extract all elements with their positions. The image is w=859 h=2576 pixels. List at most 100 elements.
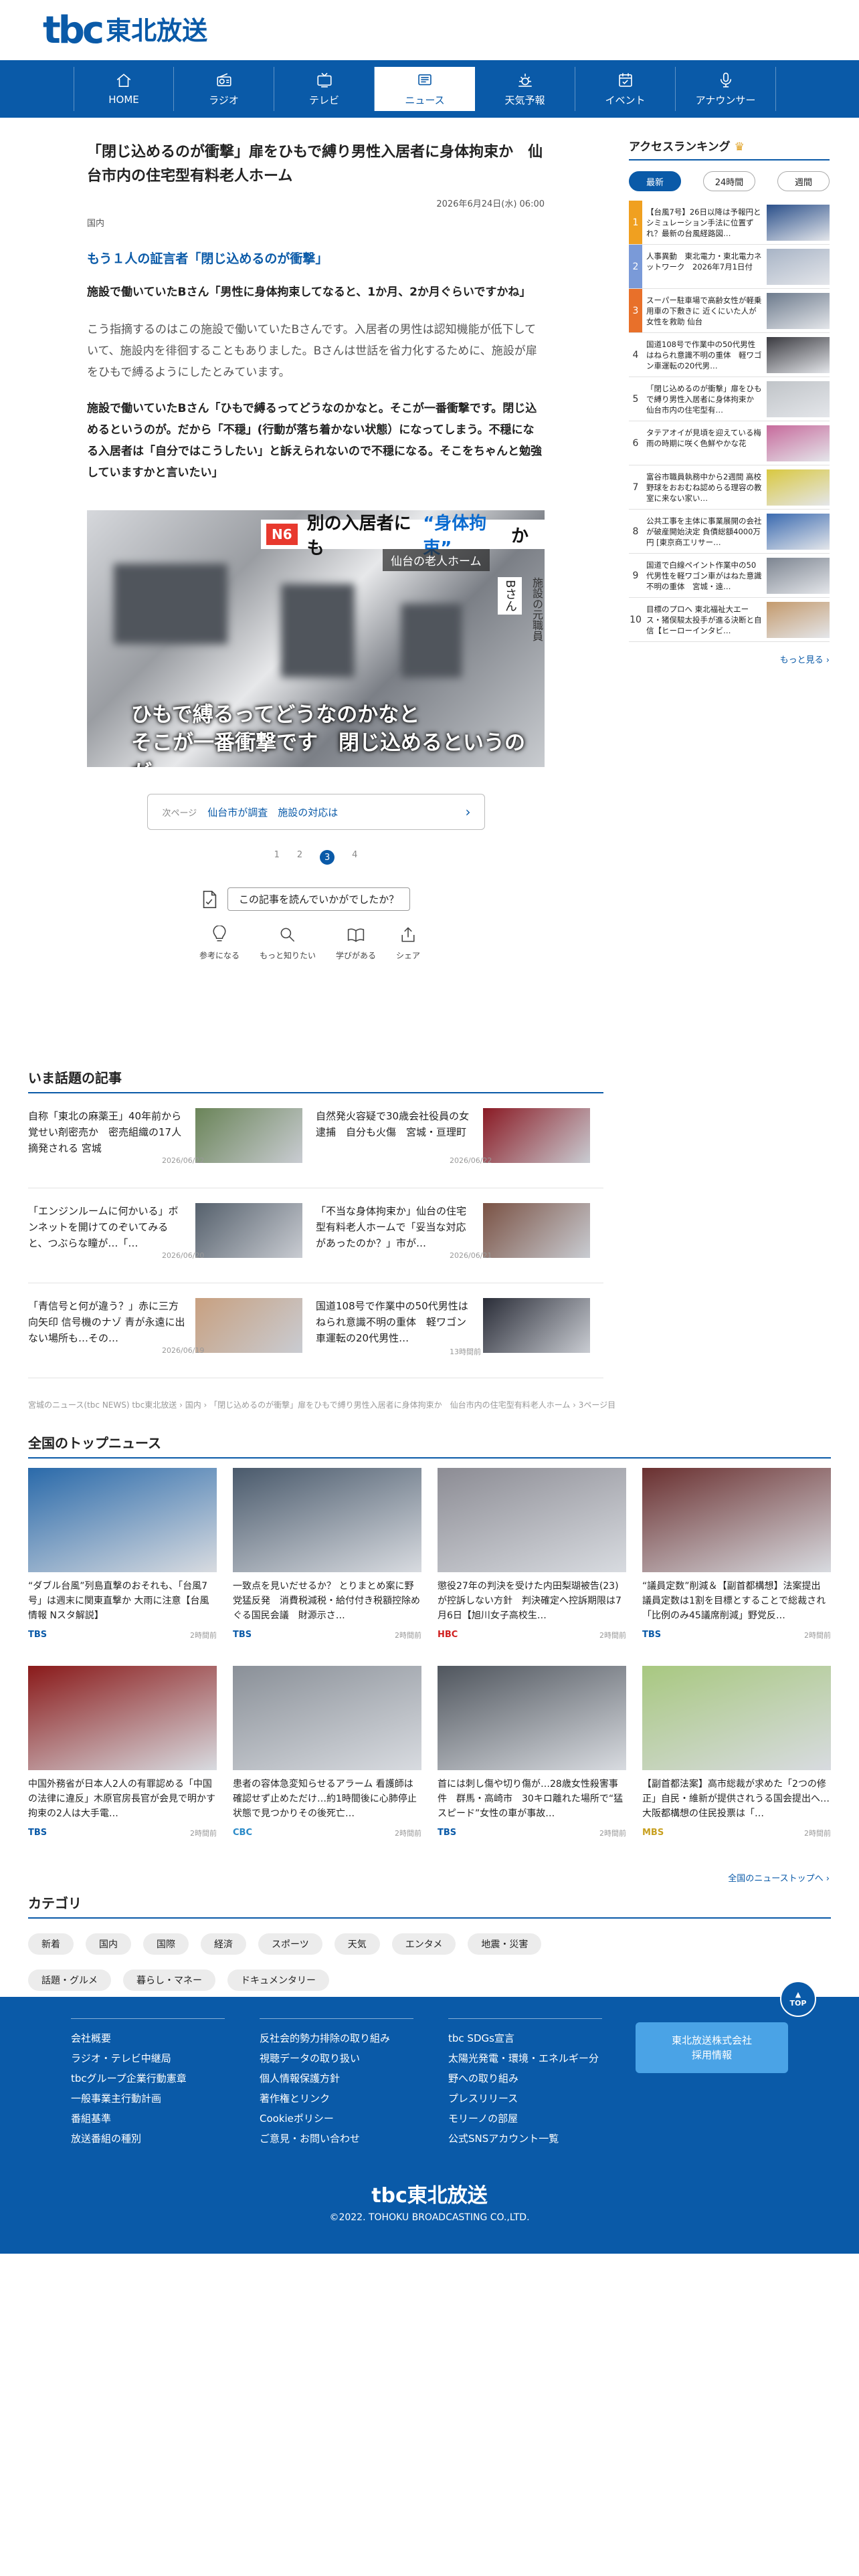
topic-item[interactable]: 「不当な身体拘束か」仙台の住宅型有料老人ホームで「妥当な対応があったのか？」市が… xyxy=(316,1188,603,1283)
category-chip[interactable]: エンタメ xyxy=(391,1933,456,1955)
national-news-card[interactable]: 患者の容体急変知らせるアラーム 看護師は確認せず止めただけ…約1時間後に心肺停止… xyxy=(233,1666,421,1864)
footer-link[interactable]: 放送番組の種別 xyxy=(71,2129,225,2149)
tbc-logo[interactable]: tbc 東北放送 xyxy=(43,12,207,49)
footer-link[interactable]: 個人情報保護方針 xyxy=(260,2068,413,2088)
nav-item-4[interactable]: ニュース xyxy=(375,67,475,111)
news-meta: TBS 2時間前 xyxy=(28,1828,217,1838)
ranking-item[interactable]: 8 公共工事を主体に事業展開の会社が破産開始決定 負債総額4000万円 [東京商工… xyxy=(629,510,830,554)
ranking-thumbnail xyxy=(767,381,830,417)
category-chip[interactable]: 国際 xyxy=(143,1933,189,1955)
topic-item[interactable]: 「青信号と何が違う？」赤に三方向矢印 信号機のナゾ 青が永遠に出ない場所も…その… xyxy=(28,1283,316,1378)
category-chip[interactable]: 暮らし・マネー xyxy=(123,1969,215,1991)
footer-link[interactable]: 太陽光発電・環境・エネルギー分野への取り組み xyxy=(448,2048,602,2088)
topic-item[interactable]: 国道108号で作業中の50代男性はねられ意識不明の重体 軽ワゴン車運転の20代男… xyxy=(316,1283,603,1378)
category-chip[interactable]: 話題・グルメ xyxy=(28,1969,111,1991)
national-news-card[interactable]: “議員定数”削減＆【副首都構想】法案提出 議員定数は1割を目標とすることで総裁さ… xyxy=(642,1468,831,1666)
footer-link[interactable]: 公式SNSアカウント一覧 xyxy=(448,2129,602,2149)
news-meta: TBS 2時間前 xyxy=(438,1828,626,1838)
nav-item-6[interactable]: イベント xyxy=(575,67,676,111)
category-chip[interactable]: スポーツ xyxy=(258,1933,322,1955)
back-to-top-button[interactable]: ▲ TOP xyxy=(780,1981,816,2017)
footer-link[interactable]: プレスリリース xyxy=(448,2088,602,2109)
topic-date: 2026/06/22 xyxy=(450,1156,492,1165)
ranking-item[interactable]: 3 スーパー駐車場で高齢女性が軽乗用車の下敷きに 近くにいた人が女性を救助 仙台 xyxy=(629,289,830,333)
recruit-button[interactable]: 東北放送株式会社 採用情報 xyxy=(636,2022,788,2073)
ranking-item-title: 国道で白線ペイント作業中の50代男性を軽ワゴン車がはねた意識不明の重体 宮城・遠… xyxy=(646,560,762,591)
footer-link[interactable]: 反社会的勢力排除の取り組み xyxy=(260,2028,413,2048)
footer-link[interactable]: tbcグループ企業行動憲章 xyxy=(71,2068,225,2088)
category-chip[interactable]: ドキュメンタリー xyxy=(227,1969,329,1991)
category-chip[interactable]: 新着 xyxy=(28,1933,74,1955)
ranking-number: 1 xyxy=(629,201,642,244)
topic-item[interactable]: 自然発火容疑で30歳会社役員の女逮捕 自分も火傷 宮城・亘理町 2026/06/2… xyxy=(316,1093,603,1188)
copyright: ©2022. TOHOKU BROADCASTING CO.,LTD. xyxy=(329,2212,530,2223)
topic-item[interactable]: 「エンジンルームに何かいる」ボンネットを開けてのぞいてみると、つぶらな瞳が…「…… xyxy=(28,1188,316,1283)
ranking-item[interactable]: 2 人事異動 東北電力・東北電力ネットワーク 2026年7月1日付 xyxy=(629,245,830,289)
ranking-thumbnail xyxy=(767,469,830,506)
ranking-item[interactable]: 5 「閉じ込めるのが衝撃」扉をひもで縛り男性入居者に身体拘束か 仙台市内の住宅型有… xyxy=(629,377,830,421)
ranking-item[interactable]: 1 【台風7号】26日以降は予報円とシミュレーション手法に位置ずれ？最新の台風経路… xyxy=(629,201,830,245)
ranking-item[interactable]: 6 タテアオイが見頃を迎えている梅雨の時期に咲く色鮮やかな花 xyxy=(629,421,830,465)
footer-link[interactable]: Cookieポリシー xyxy=(260,2109,413,2129)
ranking-item[interactable]: 4 国道108号で作業中の50代男性はねられ意識不明の重体 軽ワゴン車運転の20代… xyxy=(629,333,830,377)
next-page-link[interactable]: 次ページ 仙台市が調査 施設の対応は › xyxy=(147,794,485,830)
nav-item-2[interactable]: ラジオ xyxy=(174,67,274,111)
reaction-button[interactable]: 参考になる xyxy=(199,926,240,961)
page-link[interactable]: 3 xyxy=(320,850,335,865)
page-link[interactable]: 1 xyxy=(274,850,280,865)
news-time: 2時間前 xyxy=(395,1631,421,1640)
footer-link[interactable]: ラジオ・テレビ中継局 xyxy=(71,2048,225,2068)
footer-link[interactable]: tbc SDGs宣言 xyxy=(448,2028,602,2048)
footer-link[interactable]: 一般事業主行動計画 xyxy=(71,2088,225,2109)
national-news-card[interactable]: 一致点を見いだせるか？ とりまとめ案に野党猛反発 消費税減税・給付付き税額控除め… xyxy=(233,1468,421,1666)
national-more-link[interactable]: 全国のニューストップへ › xyxy=(728,1871,830,1884)
article-category[interactable]: 国内 xyxy=(87,216,545,229)
topic-item[interactable]: 自称「東北の麻薬王」40年前から覚せい剤密売か 密売組織の17人摘発される 宮城… xyxy=(28,1093,316,1188)
footer-link[interactable]: 著作権とリンク xyxy=(260,2088,413,2109)
news-time: 2時間前 xyxy=(395,1829,421,1838)
ranking-thumbnail xyxy=(767,425,830,461)
reaction-button[interactable]: 学びがある xyxy=(336,926,376,961)
national-news-card[interactable]: 懲役27年の判決を受けた内田梨瑚被告(23)が控訴しない方針 判決確定へ控訴期限… xyxy=(438,1468,626,1666)
national-news-card[interactable]: 【副首都法案】高市総裁が求めた「2つの修正」自民・維新が提供されうる国会提出へ…… xyxy=(642,1666,831,1864)
access-ranking: アクセスランキング ♛ 最新 24時間 週間 1 【台風7号】26日以降は予報円とシミ… xyxy=(629,137,830,665)
ranking-item[interactable]: 7 富谷市職員執務中から2週間 高校野球をおおむね認めらる理容の教室に来ない家い… xyxy=(629,465,830,510)
national-news-card[interactable]: “ダブル台風”列島直撃のおそれも、「台風7号」は週末に関東直撃か 大雨に注意【台… xyxy=(28,1468,217,1666)
footer-link[interactable]: 番組基準 xyxy=(71,2109,225,2129)
category-chip[interactable]: 経済 xyxy=(201,1933,246,1955)
reaction-button[interactable]: シェア xyxy=(396,926,420,961)
article-paragraph: 施設で働いていたBさん「男性に身体拘束してなると、1か月、2か月ぐらいですかね」 xyxy=(87,286,531,299)
national-news-card[interactable]: 首には刺し傷や切り傷が…28歳女性殺害事件 群馬・高崎市 30キロ離れた場所で“… xyxy=(438,1666,626,1864)
nav-item-1[interactable]: HOME xyxy=(74,67,174,111)
ranking-tab[interactable]: 週間 xyxy=(777,171,830,191)
magnifier-icon xyxy=(280,928,295,942)
footer-link[interactable]: ご意見・お問い合わせ xyxy=(260,2129,413,2149)
ranking-item-title: 公共工事を主体に事業展開の会社が破産開始決定 負債総額4000万円 [東京商工リ… xyxy=(646,516,762,547)
ranking-tab[interactable]: 最新 xyxy=(629,171,681,191)
news-source: TBS xyxy=(642,1630,662,1640)
ranking-item-title: 【台風7号】26日以降は予報円とシミュレーション手法に位置ずれ？最新の台風経路図… xyxy=(646,207,761,238)
footer-link[interactable]: モリーノの部屋 xyxy=(448,2109,602,2129)
reaction-button[interactable]: もっと知りたい xyxy=(260,926,316,961)
category-chip[interactable]: 天気 xyxy=(334,1933,380,1955)
ranking-item[interactable]: 9 国道で白線ペイント作業中の50代男性を軽ワゴン車がはねた意識不明の重体 宮城・… xyxy=(629,554,830,598)
ranking-more-link[interactable]: もっと見る › xyxy=(629,653,830,665)
news-time: 2時間前 xyxy=(599,1829,626,1838)
national-news-card[interactable]: 中国外務省が日本人2人の有罪認める「中国の法律に違反」木原官房長官が会見で明かす… xyxy=(28,1666,217,1864)
reaction-label: 学びがある xyxy=(335,951,376,960)
topic-title: 「エンジンルームに何かいる」ボンネットを開けてのぞいてみると、つぶらな瞳が…「… xyxy=(28,1205,179,1249)
footer-logo[interactable]: tbc東北放送 xyxy=(0,2179,859,2208)
footer-link[interactable]: 会社概要 xyxy=(71,2028,225,2048)
page-link[interactable]: 4 xyxy=(352,850,357,865)
page-link[interactable]: 2 xyxy=(297,850,302,865)
nav-item-3[interactable]: テレビ xyxy=(274,67,375,111)
nav-item-7[interactable]: アナウンサー xyxy=(676,67,776,111)
news-title: “議員定数”削減＆【副首都構想】法案提出 議員定数は1割を目標とすることで総裁さ… xyxy=(642,1581,830,1621)
category-chip[interactable]: 地震・災害 xyxy=(468,1933,542,1955)
footer-link[interactable]: 視聴データの取り扱い xyxy=(260,2048,413,2068)
ranking-item[interactable]: 10 目標のプロへ 東北福祉大エース・猪俣駿太投手が進る決断と自信【ヒーローインタ… xyxy=(629,598,830,642)
topic-title: 「青信号と何が違う？」赤に三方向矢印 信号機のナゾ 青が永遠に出ない場所も…その… xyxy=(28,1300,185,1344)
category-chip[interactable]: 国内 xyxy=(86,1933,131,1955)
ranking-tab[interactable]: 24時間 xyxy=(703,171,755,191)
nav-item-5[interactable]: 天気予報 xyxy=(475,67,575,111)
